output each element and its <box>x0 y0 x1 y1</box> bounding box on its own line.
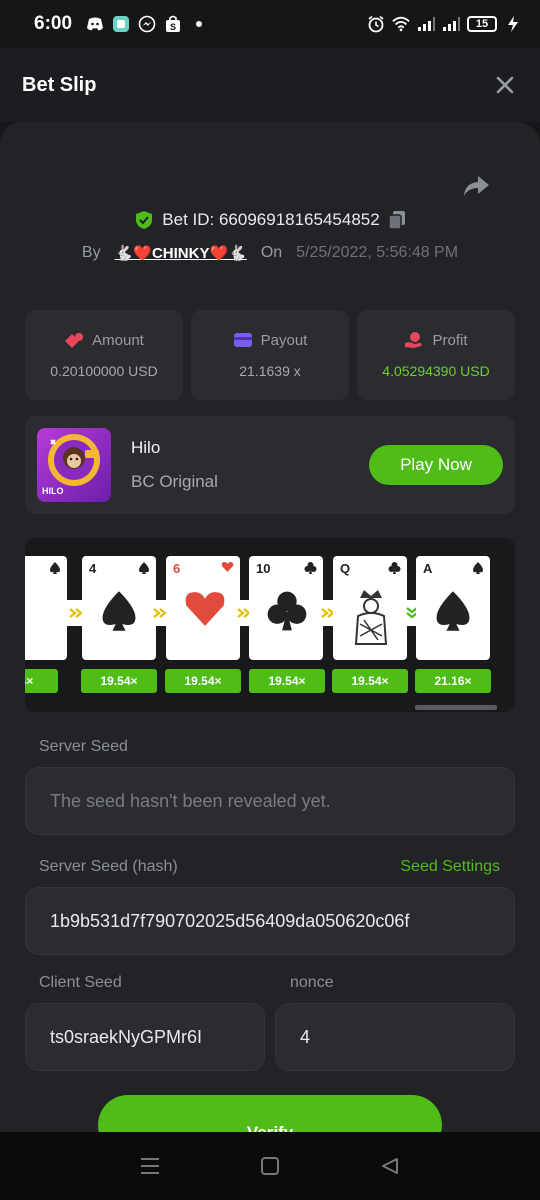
charging-icon <box>504 15 522 33</box>
home-square-icon <box>261 1157 279 1175</box>
page-title: Bet Slip <box>22 73 97 96</box>
wallet-icon <box>233 333 252 347</box>
recents-button[interactable] <box>138 1154 162 1178</box>
back-button[interactable] <box>378 1154 402 1178</box>
profit-value: 4.05294390 USD <box>382 363 490 379</box>
server-hash-field[interactable]: 1b9b531d7f790702025d56409da050620c06f <box>25 887 515 955</box>
close-icon <box>496 76 514 94</box>
server-hash-label: Server Seed (hash) <box>39 858 178 875</box>
profit-label: Profit <box>432 331 468 349</box>
amount-icon <box>65 333 84 348</box>
notification-icons: S <box>86 15 208 33</box>
profit-icon <box>405 332 423 348</box>
payout-label: Payout <box>260 331 308 349</box>
menu-icon <box>141 1158 159 1174</box>
amount-label: Amount <box>92 331 144 349</box>
bet-id-row: Bet ID: 66096918165454852 <box>0 210 540 230</box>
playing-card: A <box>416 556 490 660</box>
club-icon <box>267 591 307 631</box>
spade-icon <box>473 562 483 574</box>
cards-scrollbar[interactable] <box>415 705 497 710</box>
nonce-label: nonce <box>290 974 334 991</box>
game-name: Hilo <box>131 438 161 457</box>
user-link[interactable]: 🐇❤️CHINKY❤️🐇 <box>115 244 247 262</box>
multiplier-badge: 19.54× <box>249 669 325 693</box>
card-rank: Q <box>340 561 351 576</box>
playing-card: Q <box>333 556 407 660</box>
server-seed-label: Server Seed <box>39 738 128 755</box>
messenger-icon <box>138 15 156 33</box>
queen-figure-icon <box>354 590 388 645</box>
verify-button[interactable]: Verify <box>98 1095 442 1132</box>
card-rank: A <box>423 561 433 576</box>
play-now-button[interactable]: Play Now <box>369 445 503 485</box>
system-nav-bar <box>0 1132 540 1200</box>
multiplier-badge: 19.54× <box>81 669 157 693</box>
multiplier-badge: 19.54× <box>165 669 241 693</box>
bet-id: Bet ID: 66096918165454852 <box>162 210 380 229</box>
back-triangle-icon <box>382 1158 398 1174</box>
signal-icon-2 <box>442 15 460 33</box>
card-rank: 6 <box>173 561 181 576</box>
playing-card: 6 <box>166 556 240 660</box>
signal-icon <box>417 15 435 33</box>
header: Bet Slip <box>0 48 540 122</box>
svg-text:S: S <box>170 22 176 32</box>
multiplier-badge: 4× <box>25 669 58 693</box>
hilo-game-thumbnail[interactable]: HILO <box>37 428 111 502</box>
wifi-icon <box>392 15 410 33</box>
stat-amount: Amount 0.20100000 USD <box>25 310 183 400</box>
dot-icon <box>190 15 208 33</box>
playing-card: 10 <box>249 556 323 660</box>
close-button[interactable] <box>492 72 518 98</box>
playing-card <box>25 556 67 660</box>
bet-date: 5/25/2022, 5:56:48 PM <box>296 244 459 261</box>
thumbnail-text: HILO <box>42 486 64 496</box>
card-rank: 4 <box>89 561 97 576</box>
game-card: HILO Hilo BC Original Play Now <box>25 416 515 514</box>
share-icon[interactable] <box>462 174 490 198</box>
playing-card: 4 <box>82 556 156 660</box>
payout-value: 21.1639 x <box>239 362 301 379</box>
client-seed-field[interactable]: ts0sraekNyGPMr6I <box>25 1003 265 1071</box>
nonce-field[interactable]: 4 <box>275 1003 515 1071</box>
by-label: By <box>81 244 101 261</box>
copy-icon[interactable] <box>387 210 406 230</box>
server-seed-field[interactable]: The seed hasn't been revealed yet. <box>25 767 515 835</box>
multiplier-badge: 21.16× <box>415 669 491 693</box>
battery-indicator: 15 <box>467 16 497 32</box>
shopping-icon: S <box>164 15 182 33</box>
stat-payout: Payout 21.1639 x <box>191 310 349 400</box>
spade-icon <box>139 562 149 574</box>
status-time: 6:00 <box>34 13 73 34</box>
client-seed-label: Client Seed <box>39 974 122 991</box>
seed-settings-link[interactable]: Seed Settings <box>400 858 500 876</box>
on-label: On <box>260 244 283 261</box>
verified-shield-icon <box>136 211 153 229</box>
discord-icon <box>86 15 104 33</box>
game-subtitle: BC Original <box>131 472 218 491</box>
bet-slip-panel: Bet ID: 66096918165454852 By 🐇❤️CHINKY❤️… <box>0 122 540 1132</box>
status-bar: 6:00 S 15 <box>0 0 540 48</box>
spade-icon <box>102 591 136 631</box>
stat-profit: Profit 4.05294390 USD <box>357 310 515 400</box>
bet-stats: Amount 0.20100000 USD Payout 21.1639 x P… <box>25 310 515 400</box>
home-button[interactable] <box>258 1154 282 1178</box>
amount-value: 0.20100000 USD <box>50 363 158 379</box>
multiplier-badge: 19.54× <box>332 669 408 693</box>
card-rank: 10 <box>256 561 271 576</box>
card-history[interactable]: 4× 4 19.54× 6 19.54× 10 19.54× Q 19.54× <box>25 538 515 712</box>
club-icon <box>388 562 401 574</box>
alarm-icon <box>367 15 385 33</box>
bet-byline: By 🐇❤️CHINKY❤️🐇 On 5/25/2022, 5:56:48 PM <box>0 244 540 262</box>
heart-icon <box>221 562 234 572</box>
club-icon <box>304 562 317 574</box>
heart-icon <box>185 592 225 626</box>
status-right: 15 <box>367 15 522 33</box>
spade-icon <box>436 591 470 631</box>
app-icon <box>112 15 130 33</box>
